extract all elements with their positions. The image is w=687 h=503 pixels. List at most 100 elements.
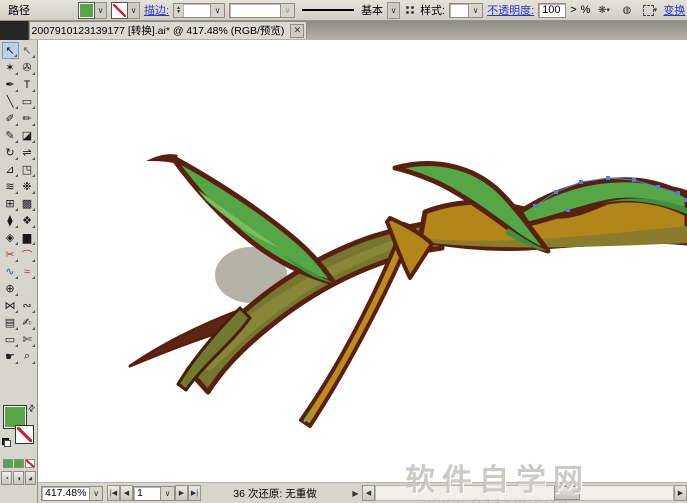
chevron-down-icon[interactable]: ∨ [128,2,140,19]
anchor-point[interactable] [554,190,558,194]
artboard-tool[interactable]: ▭ [2,331,19,348]
zoom-level-combo[interactable]: 417.48% ∨ [41,486,103,501]
zoom-level-value[interactable]: 417.48% [42,487,89,499]
pencil-tool[interactable]: ✏ [19,110,36,127]
wave-tool[interactable]: ≈ [19,263,36,280]
anchor-point[interactable] [676,191,680,195]
chevron-down-icon[interactable]: ∨ [89,487,102,500]
fullscreen-mode-button[interactable]: ◕ [25,471,36,485]
status-menu-arrow-icon[interactable]: ▶ [349,485,362,501]
opacity-field[interactable]: 100 [538,3,566,18]
selection-tool[interactable]: ↖ [2,42,19,59]
rectangle-tool[interactable]: ▭ [19,93,36,110]
last-page-button[interactable]: ▶| [188,485,201,501]
width-tool[interactable]: ⋈ [2,297,19,314]
free-transform-tool[interactable]: ◳ [19,161,36,178]
style-combo[interactable]: ∨ [449,3,483,18]
eyedropper-tool[interactable]: ⧫ [2,212,19,229]
smooth-tool[interactable]: ✎ [2,127,19,144]
artwork-svg [38,40,687,483]
recolor-artwork-icon[interactable]: ◍ [617,1,636,19]
pen-tool[interactable]: ✒ [2,76,19,93]
default-colors-icon[interactable] [2,438,11,447]
swap-colors-icon[interactable]: ⇄ [25,402,38,415]
fill-color-dropdown[interactable]: ∨ [78,2,107,19]
knife-tool[interactable]: ✍ [19,314,36,331]
zigzag-tool[interactable]: ∿ [2,263,19,280]
opacity-value[interactable]: 100 [539,4,565,16]
chevron-down-icon[interactable]: ∨ [387,2,400,19]
scale-tool[interactable]: ⊿ [2,161,19,178]
stepper-icon[interactable]: ▲▼ [174,4,184,17]
opacity-link[interactable]: 不透明度: [487,2,534,18]
column-graph-tool[interactable]: ▆ [19,229,36,246]
chevron-down-icon[interactable]: ∨ [468,4,482,17]
fill-swatch-icon[interactable] [78,2,95,19]
opacity-stepper-icon[interactable]: > [570,4,576,16]
status-bar: 417.48% ∨ |◀ ◀ 1 ∨ ▶ ▶| 36 次还原: 无重做 ▶ ◀ … [38,482,687,503]
chevron-down-icon[interactable]: ∨ [160,487,174,500]
line-segment-tool[interactable]: ╲ [2,93,19,110]
eraser-tool[interactable]: ◪ [19,127,36,144]
hand-tool[interactable]: ☛ [2,348,19,365]
scrollbar-thumb[interactable] [554,486,580,500]
reshape-tool[interactable]: ∾ [19,297,36,314]
zoom-tool[interactable]: ⌕ [19,348,36,365]
anchor-point[interactable] [533,204,537,208]
blend-tool[interactable]: ❖ [19,212,36,229]
symbol-screener-tool[interactable]: ⊕ [2,280,19,297]
stroke-color-dropdown[interactable]: ∨ [111,2,140,19]
isolate-selection-icon[interactable]: ▾ [640,1,659,19]
stroke-weight-combo[interactable]: ▲▼ ∨ [173,3,225,18]
brush-definition-combo[interactable]: ∨ [229,3,295,18]
dashed-line-icon[interactable] [406,6,414,14]
stroke-color-swatch[interactable] [15,425,34,444]
chevron-down-icon[interactable]: ∨ [210,4,224,17]
scroll-left-button[interactable]: ◀ [362,485,375,501]
stroke-none-swatch-icon[interactable] [111,2,128,19]
magic-wand-tool[interactable]: ✶ [2,59,19,76]
rotate-tool[interactable]: ↻ [2,144,19,161]
caret-icon[interactable]: ▾ [606,6,610,14]
reflect-tool[interactable]: ⇌ [19,144,36,161]
normal-screen-mode-button[interactable]: ◔ [1,471,12,485]
symbol-sprayer-tool[interactable]: ❉ [19,178,36,195]
select-similar-icon[interactable]: ❋▾ [594,1,613,19]
gradient-button[interactable] [14,459,24,468]
direct-selection-tool[interactable]: ↖ [19,42,36,59]
page-number-value[interactable]: 1 [134,487,160,499]
chevron-down-icon[interactable]: ∨ [280,4,294,17]
arc-tool[interactable]: ⌒ [19,246,36,263]
transform-link[interactable]: 变换 [663,2,685,18]
chevron-down-icon[interactable]: ∨ [95,2,107,19]
type-tool[interactable]: T [19,76,36,93]
prev-page-button[interactable]: ◀ [120,485,133,501]
warp-tool[interactable]: ≋ [2,178,19,195]
anchor-point[interactable] [656,185,660,189]
anchor-point[interactable] [632,178,636,182]
transform-grid-tool[interactable]: ▤ [2,314,19,331]
page-number-combo[interactable]: 1 ∨ [133,486,175,501]
slice-tool[interactable]: ✄ [19,331,36,348]
artboard-canvas[interactable] [38,40,687,483]
mesh-tool[interactable]: ⊞ [2,195,19,212]
paintbrush-tool[interactable]: ✐ [2,110,19,127]
gradient-tool[interactable]: ▩ [19,195,36,212]
close-icon[interactable]: ✕ [290,24,304,38]
document-tab[interactable]: 2007910123139177 [转换].ai* @ 417.48% (RGB… [29,21,307,39]
anchor-point[interactable] [579,180,583,184]
lasso-tool[interactable]: ✇ [19,59,36,76]
anchor-point[interactable] [566,208,570,212]
color-button[interactable] [3,459,13,468]
fullscreen-menu-mode-button[interactable]: ◑ [13,471,24,485]
live-paint-bucket-tool[interactable]: ◈ [2,229,19,246]
stroke-link[interactable]: 描边: [144,2,169,18]
none-button[interactable] [25,459,35,468]
horizontal-scrollbar[interactable] [375,485,674,501]
anchor-point[interactable] [606,176,610,180]
first-page-button[interactable]: |◀ [107,485,120,501]
scroll-right-button[interactable]: ▶ [674,485,687,501]
scissors-tool[interactable]: ✂ [2,246,19,263]
caret-icon[interactable]: ▾ [654,6,658,14]
next-page-button[interactable]: ▶ [175,485,188,501]
